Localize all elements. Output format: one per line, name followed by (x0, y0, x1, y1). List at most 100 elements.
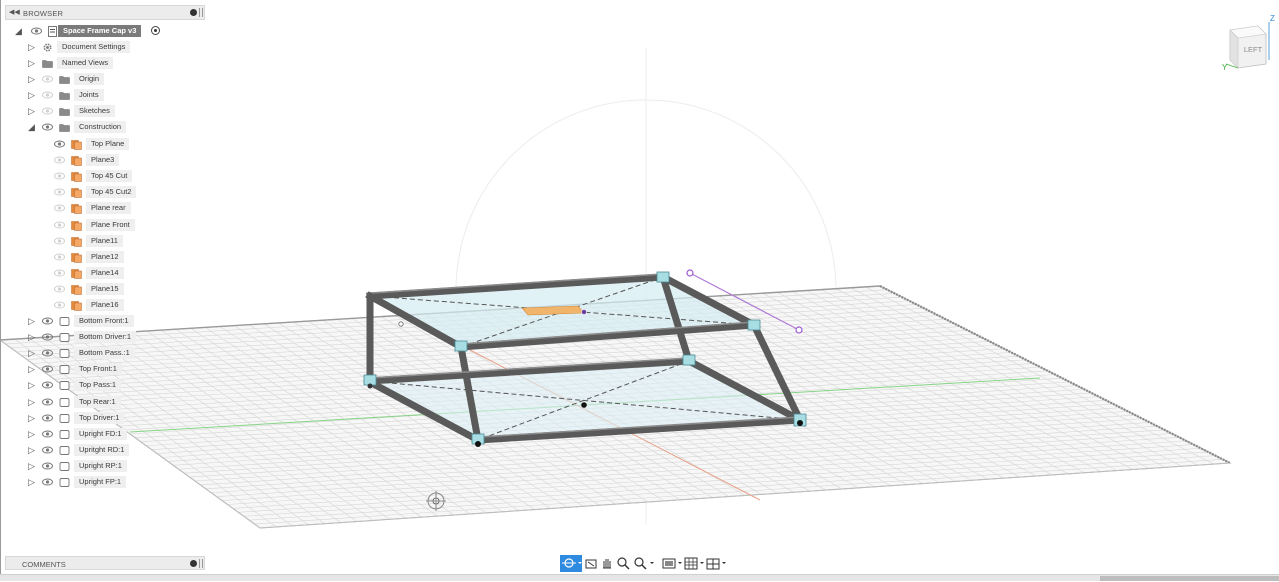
tree-item-body[interactable]: ▷ Bottom Driver:1 (0, 331, 210, 344)
tree-item-plane[interactable]: Plane3 (0, 154, 210, 167)
body-icon (59, 445, 70, 456)
view-cube[interactable]: LEFT Z Y (1220, 12, 1276, 74)
tree-item-label: Plane14 (86, 266, 124, 279)
visibility-eye-icon[interactable] (42, 430, 53, 438)
grid-settings-button[interactable] (684, 555, 706, 572)
visibility-eye-icon[interactable] (54, 285, 65, 293)
panel-grip-icon[interactable] (199, 559, 203, 568)
tree-item-document-settings[interactable]: ▷ Document Settings (0, 41, 210, 54)
expand-arrow-icon[interactable]: ▷ (28, 58, 36, 68)
visibility-eye-icon[interactable] (42, 75, 53, 83)
expand-arrow-icon[interactable]: ▷ (28, 477, 36, 487)
visibility-eye-icon[interactable] (54, 140, 65, 148)
tree-item-construction[interactable]: ◢ Construction (0, 121, 210, 134)
expand-arrow-icon[interactable]: ▷ (28, 332, 36, 342)
tree-item-body[interactable]: ▷ Upright FP:1 (0, 476, 210, 489)
visibility-eye-icon[interactable] (54, 269, 65, 277)
visibility-eye-icon[interactable] (42, 91, 53, 99)
tree-item-body[interactable]: ▷ Top Pass:1 (0, 379, 210, 392)
visibility-eye-icon[interactable] (42, 333, 53, 341)
expand-arrow-icon[interactable]: ◢ (15, 26, 23, 36)
panel-grip-icon[interactable] (199, 8, 203, 17)
orbit-tool-button[interactable] (560, 555, 582, 572)
visibility-eye-icon[interactable] (54, 237, 65, 245)
tree-item-label: Top Rear:1 (74, 395, 121, 408)
zoom-button[interactable] (616, 555, 630, 572)
horizontal-scrollbar[interactable] (1100, 576, 1279, 581)
viewports-button[interactable] (706, 555, 728, 572)
expand-arrow-icon[interactable]: ▷ (28, 445, 36, 455)
expand-arrow-icon[interactable]: ▷ (28, 74, 36, 84)
visibility-eye-icon[interactable] (54, 253, 65, 261)
visibility-eye-icon[interactable] (42, 317, 53, 325)
tree-item-joints[interactable]: ▷ Joints (0, 89, 210, 102)
expand-arrow-icon[interactable]: ▷ (28, 429, 36, 439)
body-icon (59, 364, 70, 375)
tree-item-plane[interactable]: Plane16 (0, 299, 210, 312)
tree-item-plane[interactable]: Plane Front (0, 218, 210, 232)
tree-item-body[interactable]: ▷ Upritght RD:1 (0, 443, 210, 457)
tree-item-plane[interactable]: Plane12 (0, 250, 210, 264)
expand-arrow-icon[interactable]: ▷ (28, 316, 36, 326)
visibility-eye-icon[interactable] (42, 365, 53, 373)
visibility-eye-icon[interactable] (42, 462, 53, 470)
body-icon (59, 316, 70, 327)
expand-arrow-icon[interactable]: ▷ (28, 106, 36, 116)
tree-item-origin[interactable]: ▷ Origin (0, 73, 210, 86)
visibility-eye-icon[interactable] (54, 156, 65, 164)
visibility-eye-icon[interactable] (54, 301, 65, 309)
visibility-eye-icon[interactable] (42, 414, 53, 422)
visibility-eye-icon[interactable] (54, 204, 65, 212)
tree-item-plane[interactable]: Plane14 (0, 266, 210, 280)
tree-item-body[interactable]: ▷ Top Front:1 (0, 363, 210, 376)
tree-item-plane[interactable]: Plane15 (0, 282, 210, 296)
visibility-eye-icon[interactable] (42, 398, 53, 406)
pin-icon[interactable] (190, 560, 197, 567)
activate-component-radio-icon[interactable] (151, 26, 160, 35)
comments-panel-header[interactable]: COMMENTS (5, 556, 205, 570)
fit-button[interactable] (632, 555, 656, 572)
pin-icon[interactable] (190, 9, 197, 16)
construction-plane-icon (71, 220, 82, 231)
expand-arrow-icon[interactable]: ▷ (28, 413, 36, 423)
tree-root-space-frame-cap[interactable]: ◢ Space Frame Cap v3 (0, 25, 210, 38)
browser-panel-header[interactable]: ◀◀ BROWSER (5, 5, 205, 20)
visibility-eye-icon[interactable] (42, 107, 53, 115)
expand-arrow-icon[interactable]: ▷ (28, 461, 36, 471)
tree-item-sketches[interactable]: ▷ Sketches (0, 105, 210, 118)
expand-arrow-icon[interactable]: ▷ (28, 90, 36, 100)
tree-item-body[interactable]: ▷ Upright FD:1 (0, 427, 210, 441)
look-at-button[interactable] (584, 555, 598, 572)
pan-button[interactable] (600, 555, 614, 572)
expand-arrow-icon[interactable]: ◢ (28, 122, 36, 132)
tree-item-named-views[interactable]: ▷ Named Views (0, 57, 210, 70)
tree-item-body[interactable]: ▷ Bottom Pass.:1 (0, 347, 210, 360)
tree-item-plane[interactable]: Plane11 (0, 234, 210, 248)
display-settings-button[interactable] (662, 555, 684, 572)
tree-item-plane[interactable]: Top 45 Cut2 (0, 186, 210, 199)
tree-item-label: Upright RP:1 (74, 459, 127, 472)
visibility-eye-icon[interactable] (42, 349, 53, 357)
expand-arrow-icon[interactable]: ▷ (28, 42, 36, 52)
body-icon (59, 429, 70, 440)
visibility-eye-icon[interactable] (42, 446, 53, 454)
tree-item-plane[interactable]: Plane rear (0, 202, 210, 215)
visibility-eye-icon[interactable] (42, 478, 53, 486)
tree-item-plane[interactable]: Top 45 Cut (0, 170, 210, 183)
visibility-eye-icon[interactable] (31, 27, 42, 35)
expand-arrow-icon[interactable]: ▷ (28, 348, 36, 358)
tree-item-body[interactable]: ▷ Upright RP:1 (0, 459, 210, 473)
visibility-eye-icon[interactable] (54, 221, 65, 229)
expand-arrow-icon[interactable]: ▷ (28, 380, 36, 390)
tree-item-plane[interactable]: Top Plane (0, 138, 210, 151)
expand-arrow-icon[interactable]: ▷ (28, 364, 36, 374)
collapse-panel-icon[interactable]: ◀◀ (9, 8, 20, 16)
visibility-eye-icon[interactable] (54, 172, 65, 180)
expand-arrow-icon[interactable]: ▷ (28, 397, 36, 407)
tree-item-body[interactable]: ▷ Bottom Front:1 (0, 315, 210, 328)
visibility-eye-icon[interactable] (42, 123, 53, 131)
visibility-eye-icon[interactable] (54, 188, 65, 196)
tree-item-body[interactable]: ▷ Top Driver:1 (0, 411, 210, 425)
visibility-eye-icon[interactable] (42, 381, 53, 389)
tree-item-body[interactable]: ▷ Top Rear:1 (0, 395, 210, 409)
